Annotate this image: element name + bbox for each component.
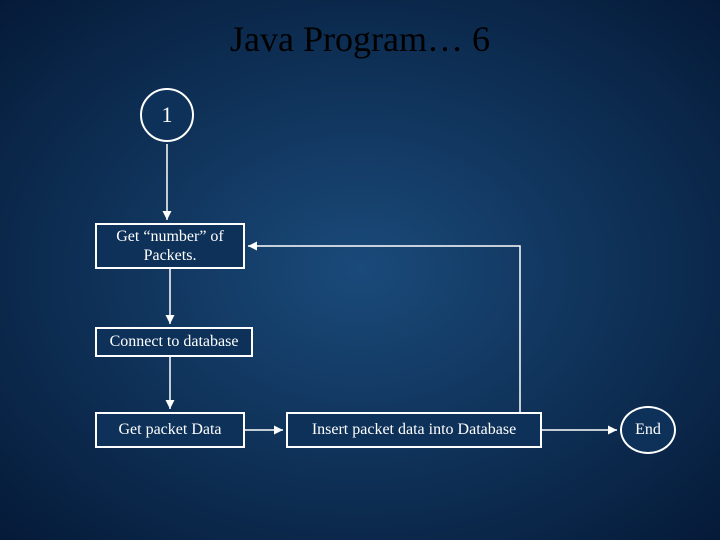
step-connect-db-label: Connect to database bbox=[110, 332, 239, 351]
end-node: End bbox=[620, 406, 676, 454]
connector-label: 1 bbox=[162, 102, 173, 128]
connector-node: 1 bbox=[140, 88, 194, 142]
step-insert-db: Insert packet data into Database bbox=[286, 412, 542, 448]
step-connect-db: Connect to database bbox=[95, 327, 253, 357]
step-get-packet-label: Get packet Data bbox=[118, 420, 221, 439]
flow-connectors bbox=[0, 0, 720, 540]
step-get-number: Get “number” of Packets. bbox=[95, 223, 245, 269]
page-title: Java Program… 6 bbox=[0, 18, 720, 60]
step-get-packet: Get packet Data bbox=[95, 412, 245, 448]
step-get-number-label: Get “number” of Packets. bbox=[103, 227, 237, 265]
end-label: End bbox=[635, 421, 661, 439]
step-insert-db-label: Insert packet data into Database bbox=[312, 420, 516, 439]
